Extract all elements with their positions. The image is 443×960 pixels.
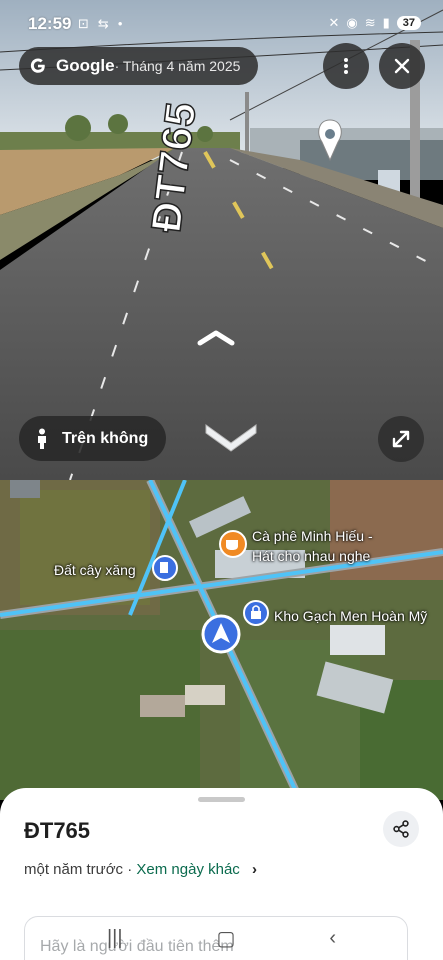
wifi-icon: ≋ — [364, 15, 376, 30]
google-date-pill[interactable]: Google · Tháng 4 năm 2025 — [19, 47, 258, 85]
time-ago-label: một năm trước · — [24, 861, 133, 878]
screenshot-icon: ⊡ — [78, 16, 89, 31]
google-g-icon — [30, 58, 45, 73]
sync-icon: ⇆ — [97, 16, 109, 31]
place-title: ĐT765 — [24, 818, 91, 843]
more-options-button[interactable] — [323, 43, 369, 89]
chevron-right-icon[interactable]: › — [252, 861, 257, 878]
capture-info: một năm trước · Xem ngày khác › — [24, 861, 257, 878]
alarm-icon: ◉ — [346, 15, 358, 30]
share-icon — [393, 820, 409, 838]
poi-label-store[interactable]: Kho Gạch Men Hoàn Mỹ — [274, 608, 427, 624]
google-brand-label: Google — [56, 56, 115, 75]
aerial-view-label: Trên không — [62, 429, 149, 447]
back-icon[interactable]: ‹ — [329, 927, 336, 950]
more-vert-icon — [344, 58, 348, 74]
cafe-marker[interactable] — [219, 530, 247, 558]
poi-label-land[interactable]: Đất cây xăng — [54, 562, 136, 578]
person-icon — [38, 428, 46, 449]
status-notification-icons: ⊡ ⇆ • — [78, 16, 122, 32]
bottom-sheet[interactable]: ĐT765 một năm trước · Xem ngày khác › Hã… — [0, 788, 443, 960]
status-system-icons: ✕ ◉ ≋ ▮ 37 — [328, 15, 421, 31]
mute-icon: ✕ — [328, 15, 340, 30]
poi-label-cafe-line1[interactable]: Cà phê Minh Hiếu - — [252, 528, 373, 544]
recents-icon[interactable]: ||| — [107, 927, 123, 950]
home-icon[interactable]: ▢ — [217, 926, 236, 951]
close-button[interactable] — [379, 43, 425, 89]
map-imagery — [0, 480, 443, 800]
satellite-map[interactable]: Cà phê Minh Hiếu - Hát cho nhau nghe Đất… — [0, 480, 443, 800]
capture-date-label: · Tháng 4 năm 2025 — [114, 58, 241, 74]
battery-indicator: 37 — [396, 16, 421, 30]
status-bar: 12:59 ⊡ ⇆ • ✕ ◉ ≋ ▮ 37 — [0, 0, 443, 44]
signal-icon: ▮ — [382, 15, 390, 30]
close-icon — [394, 58, 410, 74]
poi-label-cafe-line2[interactable]: Hát cho nhau nghe — [252, 548, 370, 564]
street-view-panorama[interactable]: ĐT765 12:59 ⊡ ⇆ • ✕ ◉ ≋ ▮ 37 Google · Th… — [0, 0, 443, 480]
share-button[interactable] — [383, 811, 419, 847]
poi-marker-land[interactable] — [152, 555, 178, 581]
aerial-view-button[interactable]: Trên không — [19, 416, 166, 461]
expand-icon — [392, 430, 410, 448]
status-time: 12:59 — [28, 14, 72, 33]
store-marker[interactable] — [243, 600, 269, 626]
current-position-marker — [201, 614, 241, 654]
system-nav-bar: ||| ▢ ‹ — [0, 916, 443, 960]
dot-icon: • — [117, 16, 123, 31]
other-dates-link[interactable]: Xem ngày khác — [136, 861, 239, 878]
drag-handle[interactable] — [198, 797, 245, 802]
fullscreen-button[interactable] — [378, 416, 424, 462]
